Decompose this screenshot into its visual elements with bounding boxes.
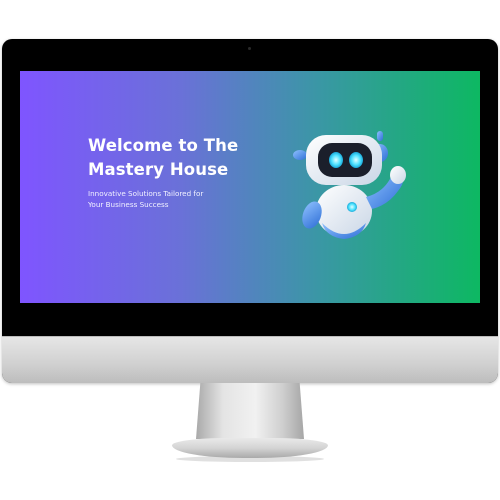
monitor-chin: [2, 336, 498, 383]
robot-body: [316, 185, 372, 237]
robot-ear-left: [293, 150, 307, 160]
camera-icon: [248, 47, 251, 50]
monitor-stand-base: [172, 438, 328, 458]
monitor-mockup: Welcome to The Mastery House Innovative …: [0, 0, 500, 500]
hero-subtitle-line-1: Innovative Solutions Tailored for: [88, 189, 204, 198]
hero-title-line-1: Welcome to The: [88, 136, 239, 155]
robot-icon: [293, 131, 406, 239]
robot-visor: [318, 143, 372, 177]
robot-eye-left: [329, 152, 343, 168]
robot-antenna: [377, 131, 383, 141]
website-hero-screen: Welcome to The Mastery House Innovative …: [20, 71, 480, 303]
robot-eye-right: [349, 152, 363, 168]
hero-subtitle: Innovative Solutions Tailored for Your B…: [88, 188, 238, 210]
robot-hand-right: [390, 166, 406, 184]
robot-chest-light: [347, 202, 357, 212]
monitor-stand-neck: [196, 383, 304, 439]
hero-title: Welcome to The Mastery House: [88, 134, 288, 182]
hero-subtitle-line-2: Your Business Success: [88, 200, 169, 209]
monitor-frame: Welcome to The Mastery House Innovative …: [2, 39, 498, 383]
hero-title-line-2: Mastery House: [88, 160, 229, 179]
